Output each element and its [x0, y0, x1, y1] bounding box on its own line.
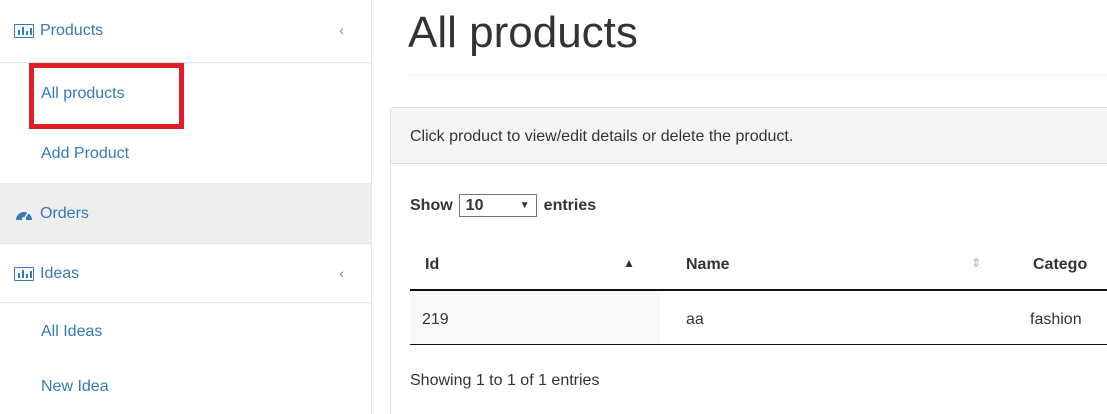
table-header: Id ▲ Name ⇕ Catego	[410, 238, 1107, 291]
sidebar-item-label: All Ideas	[41, 323, 103, 340]
length-prefix: Show	[410, 196, 453, 214]
entries-select[interactable]: 10 ▼	[458, 194, 537, 217]
entries-length-control: Show 10 ▼ entries	[410, 194, 596, 217]
highlight-box	[29, 63, 184, 129]
cell-category: fashion	[1030, 311, 1082, 328]
length-suffix: entries	[543, 196, 597, 214]
divider	[408, 75, 1107, 76]
sidebar-item-label: Add Product	[41, 144, 130, 162]
sidebar-item-products[interactable]: Products ‹	[0, 0, 371, 63]
sidebar-item-ideas[interactable]: Ideas ‹	[0, 245, 371, 303]
sidebar-item-orders[interactable]: Orders	[0, 183, 371, 244]
panel-heading: Click product to view/edit details or de…	[391, 108, 1107, 164]
bar-chart-icon	[14, 266, 34, 281]
products-panel: Click product to view/edit details or de…	[390, 107, 1107, 414]
entries-select-value: 10	[465, 196, 484, 214]
sidebar-item-label: New Idea	[41, 378, 109, 395]
sidebar: Products ‹ All products Add Product Orde…	[0, 0, 372, 414]
sidebar-item-label: Ideas	[40, 264, 80, 282]
chevron-left-icon: ‹	[339, 22, 344, 39]
column-header-id[interactable]: Id	[425, 256, 439, 274]
sidebar-item-add-product[interactable]: Add Product	[0, 124, 371, 183]
cell-id: 219	[422, 311, 449, 328]
panel-heading-text: Click product to view/edit details or de…	[410, 128, 794, 145]
sidebar-item-label: Products	[40, 22, 104, 39]
products-table: Id ▲ Name ⇕ Catego 219 aa fashion	[410, 238, 1107, 345]
page-title: All products	[408, 8, 638, 57]
table-info: Showing 1 to 1 of 1 entries	[410, 372, 600, 389]
column-header-category[interactable]: Catego	[1033, 256, 1087, 274]
column-header-name[interactable]: Name	[686, 256, 730, 274]
sort-both-icon[interactable]: ⇕	[971, 256, 981, 270]
dashboard-icon	[14, 207, 34, 221]
cell-name: aa	[686, 311, 704, 328]
sidebar-item-all-ideas[interactable]: All Ideas	[0, 304, 371, 360]
sort-ascending-icon[interactable]: ▲	[623, 256, 635, 270]
main-content: All products Click product to view/edit …	[372, 0, 1107, 414]
sidebar-item-label: Orders	[40, 204, 89, 222]
table-row[interactable]: 219 aa fashion	[410, 291, 1107, 345]
bar-chart-icon	[14, 24, 34, 38]
caret-down-icon: ▼	[519, 200, 530, 211]
sidebar-item-new-idea[interactable]: New Idea	[0, 360, 371, 414]
chevron-left-icon: ‹	[339, 264, 344, 281]
